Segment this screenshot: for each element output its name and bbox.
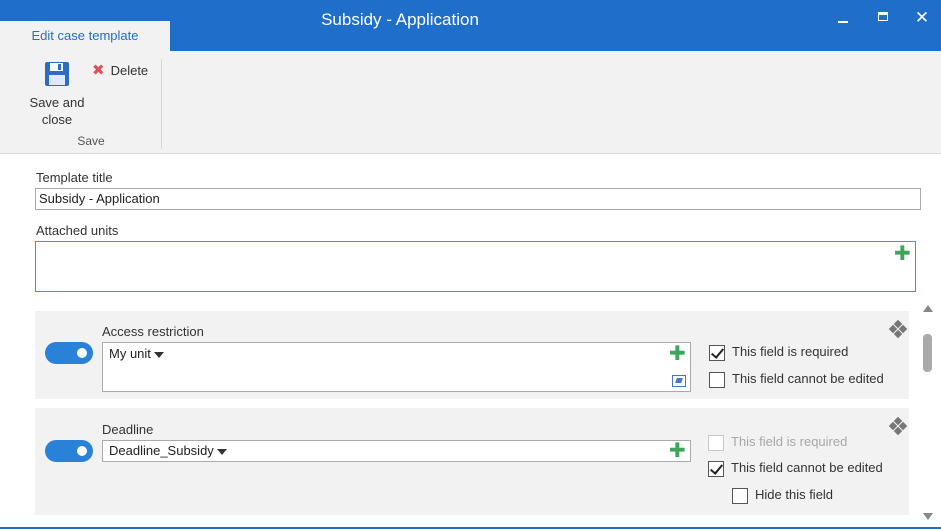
close-button[interactable]: ✕ <box>907 8 937 30</box>
minimize-icon <box>838 21 848 23</box>
attached-units-field[interactable]: ✚ <box>35 241 916 292</box>
deadline-hide-checkbox-row[interactable]: Hide this field <box>732 487 833 504</box>
scrollbar-thumb[interactable] <box>923 334 932 372</box>
deadline-not-editable-label: This field cannot be edited <box>731 460 883 475</box>
bottom-border <box>0 527 941 529</box>
ribbon-group-save-label: Save <box>77 134 105 148</box>
deadline-required-checkbox-row: This field is required <box>708 434 847 451</box>
deadline-hide-label: Hide this field <box>755 487 834 502</box>
floppy-disk-icon <box>44 61 70 87</box>
link-icon[interactable] <box>672 375 686 387</box>
ribbon: Save and close ✖ Delete Save <box>0 51 941 154</box>
deadline-not-editable-checkbox-row[interactable]: This field cannot be edited <box>708 460 883 477</box>
deadline-title: Deadline <box>102 422 154 437</box>
delete-button[interactable]: ✖ Delete <box>92 61 148 79</box>
field-card-deadline: Deadline Deadline_Subsidy ✚ This field i… <box>35 408 909 515</box>
move-icon[interactable] <box>888 319 908 339</box>
access-restriction-toggle[interactable] <box>45 342 93 364</box>
access-required-checkbox-row[interactable]: This field is required <box>709 344 848 361</box>
save-and-close-button[interactable]: Save and close <box>22 61 92 128</box>
add-unit-icon[interactable]: ✚ <box>894 244 911 264</box>
deadline-toggle[interactable] <box>45 440 93 462</box>
tab-edit-case-template[interactable]: Edit case template <box>0 21 170 51</box>
access-restriction-input[interactable]: My unit ✚ <box>102 342 691 392</box>
deadline-input[interactable]: Deadline_Subsidy ✚ <box>102 440 691 462</box>
close-icon: ✕ <box>914 8 930 27</box>
maximize-button[interactable] <box>868 8 898 30</box>
deadline-required-label: This field is required <box>731 434 848 449</box>
maximize-icon <box>878 12 888 21</box>
save-and-close-label-1: Save and <box>29 95 85 110</box>
delete-label: Delete <box>110 63 149 78</box>
move-icon[interactable] <box>888 416 908 436</box>
add-icon[interactable]: ✚ <box>669 344 686 364</box>
scroll-down-arrow-icon[interactable] <box>923 513 933 520</box>
access-not-editable-label: This field cannot be edited <box>732 371 884 386</box>
template-title-input[interactable]: Subsidy - Application <box>35 188 921 210</box>
access-required-checkbox[interactable] <box>709 344 725 361</box>
access-restriction-dropdown[interactable]: My unit <box>109 346 164 361</box>
title-bar: Subsidy - Application Edit case template… <box>0 0 941 51</box>
ribbon-divider <box>161 59 162 149</box>
access-required-label: This field is required <box>732 344 849 359</box>
toggle-knob <box>77 348 87 358</box>
red-x-icon: ✖ <box>92 62 105 79</box>
template-title-label: Template title <box>36 170 113 185</box>
toggle-knob <box>77 446 87 456</box>
access-restriction-value: My unit <box>109 346 151 361</box>
field-card-access-restriction: Access restriction My unit ✚ This field … <box>35 311 909 399</box>
add-icon[interactable]: ✚ <box>669 441 686 461</box>
deadline-hide-checkbox[interactable] <box>732 487 748 504</box>
attached-units-label: Attached units <box>36 223 119 238</box>
minimize-button[interactable] <box>829 8 859 30</box>
deadline-dropdown[interactable]: Deadline_Subsidy <box>109 443 227 458</box>
deadline-not-editable-checkbox[interactable] <box>708 460 724 477</box>
chevron-down-icon <box>216 448 227 455</box>
save-and-close-label-2: close <box>41 112 73 127</box>
scroll-up-arrow-icon[interactable] <box>923 305 933 312</box>
deadline-required-checkbox <box>708 434 724 451</box>
access-not-editable-checkbox[interactable] <box>709 371 725 388</box>
deadline-value: Deadline_Subsidy <box>109 443 214 458</box>
chevron-down-icon <box>153 351 164 358</box>
access-restriction-title: Access restriction <box>102 324 204 339</box>
access-not-editable-checkbox-row[interactable]: This field cannot be edited <box>709 371 884 388</box>
